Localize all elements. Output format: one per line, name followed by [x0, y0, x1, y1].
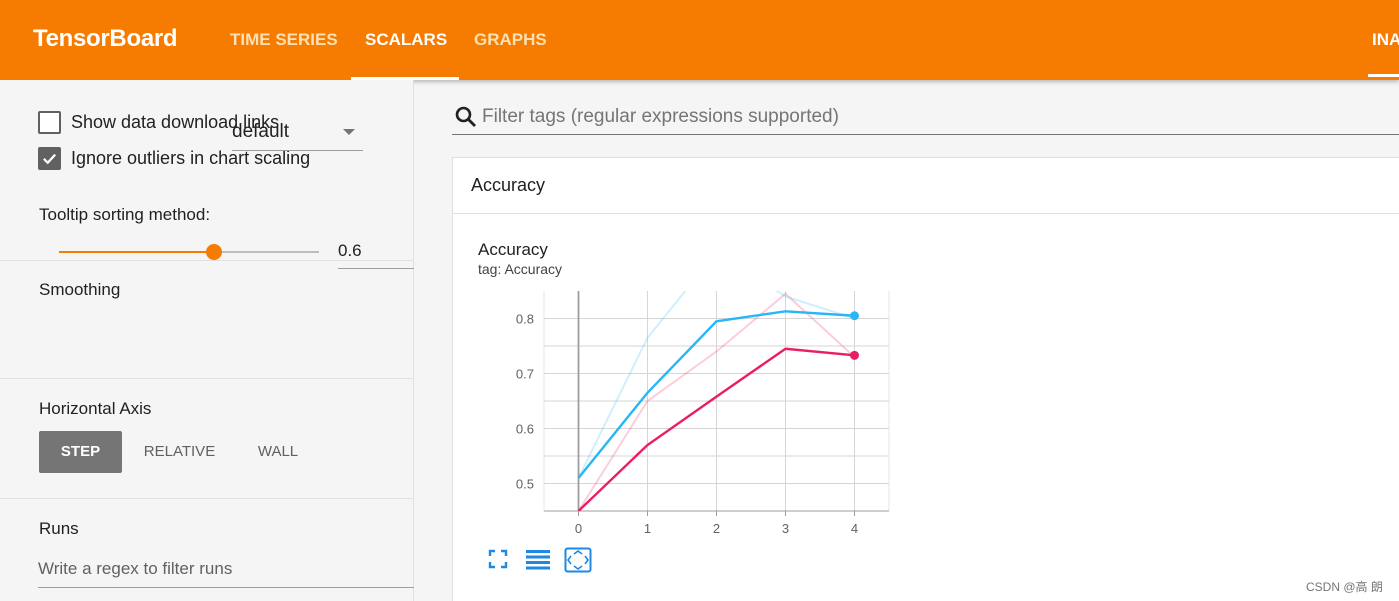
runs-label: Runs: [39, 519, 79, 538]
chevron-down-icon: [343, 129, 355, 135]
x-tick-label: 2: [713, 521, 720, 536]
series-end-marker: [850, 350, 859, 360]
chart-tag-label: tag: Accuracy: [478, 261, 563, 277]
tooltip-sort-value: default: [232, 121, 290, 142]
axis-step-button[interactable]: STEP: [39, 431, 122, 473]
axis-relative-button[interactable]: RELATIVE: [136, 431, 223, 473]
fit-domain-icon[interactable]: [564, 547, 592, 573]
log-scale-toggle-icon[interactable]: [525, 547, 551, 571]
check-icon: [43, 153, 57, 165]
smoothing-slider[interactable]: [59, 244, 319, 260]
x-tick-label: 4: [851, 521, 858, 536]
x-tick-label: 3: [782, 521, 789, 536]
tab-graphs[interactable]: GRAPHS: [474, 0, 547, 80]
top-app-bar: TensorBoard TIME SERIES SCALARS GRAPHS I…: [0, 0, 1399, 80]
y-tick-label: 0.6: [516, 422, 534, 437]
search-icon: [455, 106, 476, 127]
category-header[interactable]: Accuracy: [452, 157, 1399, 214]
y-tick-label: 0.8: [516, 312, 534, 327]
section-divider: [0, 498, 414, 499]
smoothing-label: Smoothing: [39, 280, 121, 299]
show-download-links-checkbox[interactable]: [38, 111, 61, 134]
sidebar: Show data download links Ignore outliers…: [0, 80, 414, 601]
fullscreen-icon[interactable]: [486, 547, 510, 571]
x-tick-label: 0: [575, 521, 582, 536]
section-divider: [0, 378, 414, 379]
brand-title[interactable]: TensorBoard: [33, 25, 178, 53]
horizontal-axis-label: Horizontal Axis: [39, 399, 152, 418]
tooltip-sort-label: Tooltip sorting method:: [39, 205, 211, 224]
y-tick-label: 0.7: [516, 367, 534, 382]
right-tab-indicator: [1368, 74, 1399, 77]
tooltip-sort-select[interactable]: default: [232, 118, 363, 151]
y-tick-label: 0.5: [516, 477, 534, 492]
smoothing-input[interactable]: 0.6: [338, 238, 414, 269]
tag-filter-field[interactable]: Filter tags (regular expressions support…: [452, 101, 1399, 135]
category-title: Accuracy: [471, 175, 546, 195]
runs-filter-input[interactable]: Write a regex to filter runs: [38, 555, 414, 588]
tab-inactive-dropdown[interactable]: INA: [1372, 0, 1399, 80]
accuracy-chart[interactable]: 0 1 2 3 4 0.5 0.6 0.7 0.8: [452, 280, 902, 540]
smoothing-slider-thumb[interactable]: [206, 244, 223, 260]
watermark: CSDN @高 朗: [1306, 580, 1383, 594]
tag-filter-placeholder: Filter tags (regular expressions support…: [482, 106, 839, 127]
chart-title: Accuracy: [478, 240, 548, 259]
tab-time-series[interactable]: TIME SERIES: [230, 0, 338, 80]
smoothing-slider-fill: [59, 251, 215, 253]
axis-wall-button[interactable]: WALL: [240, 431, 316, 473]
ignore-outliers-label: Ignore outliers in chart scaling: [71, 148, 311, 168]
series-end-marker: [850, 311, 859, 321]
x-tick-label: 1: [644, 521, 651, 536]
tab-scalars[interactable]: SCALARS: [365, 0, 447, 80]
ignore-outliers-checkbox[interactable]: [38, 147, 61, 170]
